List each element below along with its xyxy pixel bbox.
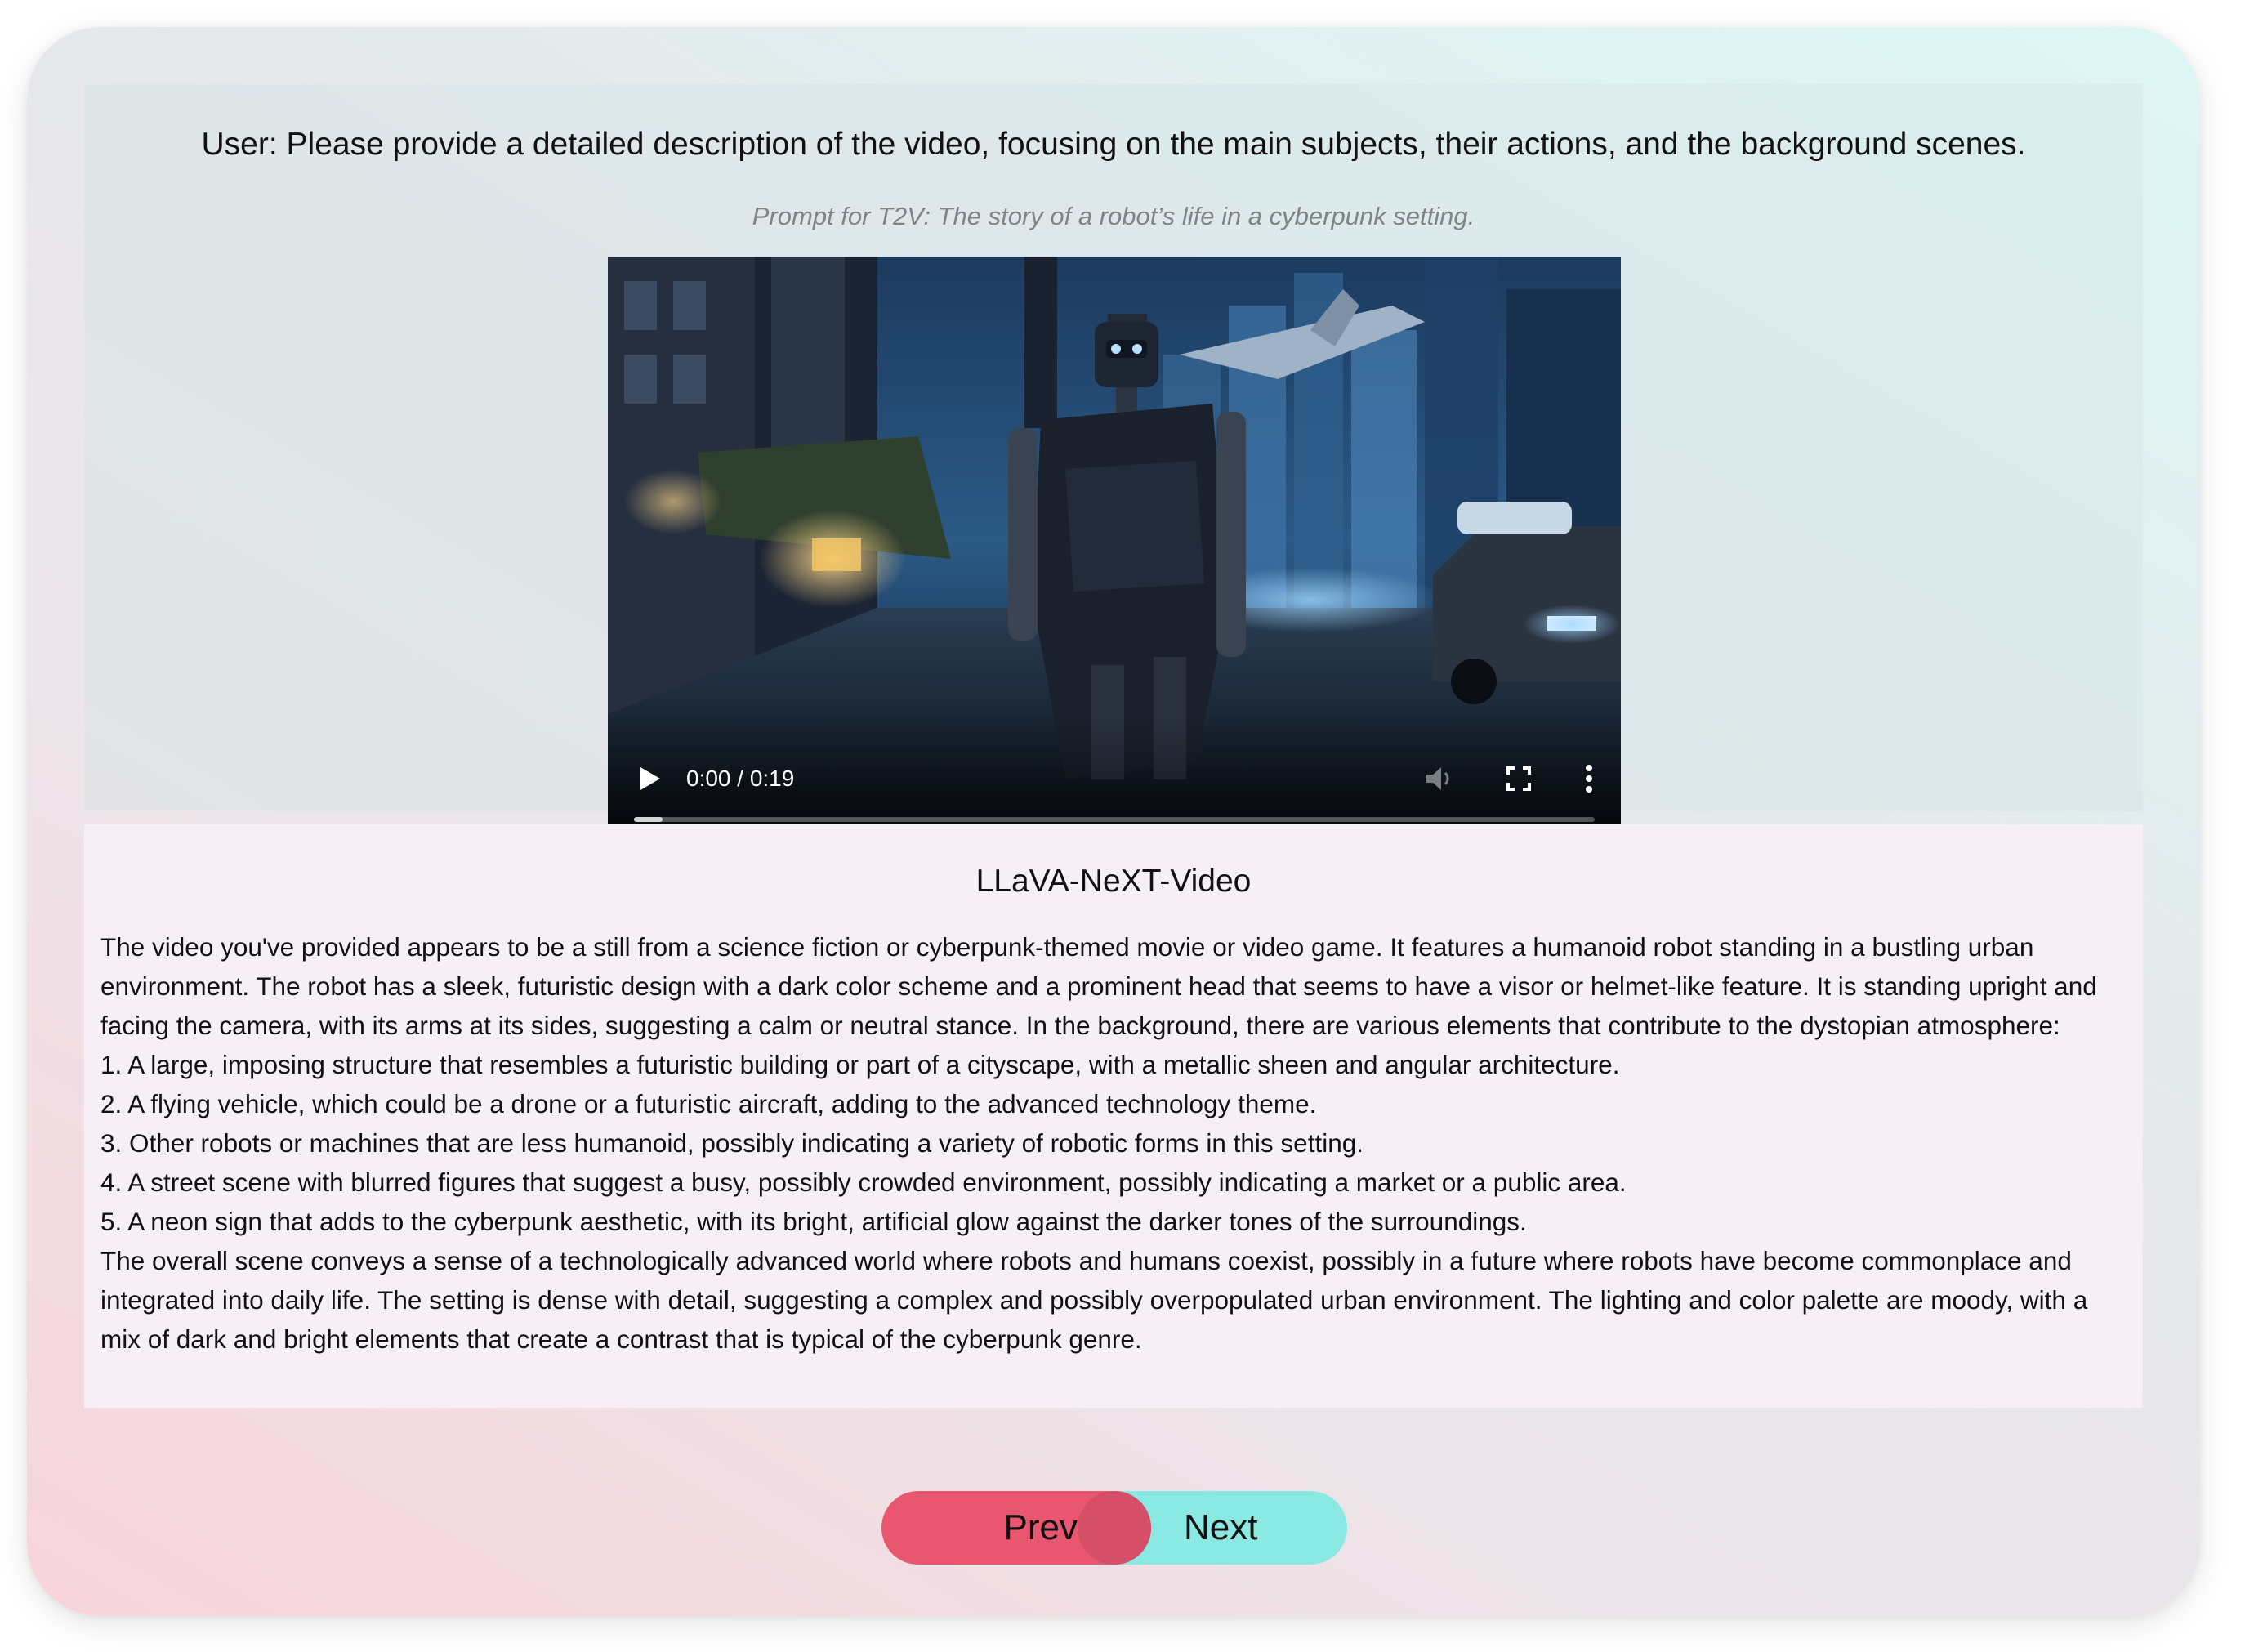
video-progress-fill: [634, 817, 663, 822]
volume-muted-icon[interactable]: [1425, 765, 1454, 793]
prev-button[interactable]: Prev: [881, 1491, 1151, 1565]
answer-list-item: 5. A neon sign that adds to the cyberpun…: [100, 1207, 1527, 1236]
answer-paragraph: The video you've provided appears to be …: [100, 932, 2097, 1040]
t2v-prompt: Prompt for T2V: The story of a robot’s l…: [752, 202, 1475, 230]
video-time: 0:00 / 0:19: [686, 766, 795, 791]
more-options-icon[interactable]: [1583, 763, 1595, 794]
answer-list-item: 2. A flying vehicle, which could be a dr…: [100, 1089, 1317, 1118]
prompt-panel: User: Please provide a detailed descript…: [84, 84, 2143, 827]
next-button-label: Next: [1184, 1507, 1258, 1547]
answer-paragraph: The overall scene conveys a sense of a t…: [100, 1246, 2088, 1354]
answer-list-item: 4. A street scene with blurred figures t…: [100, 1168, 1627, 1197]
answer-list-item: 3. Other robots or machines that are les…: [100, 1128, 1364, 1158]
prev-button-knob: [1078, 1491, 1151, 1565]
user-question: User: Please provide a detailed descript…: [201, 127, 2026, 162]
fullscreen-icon[interactable]: [1505, 765, 1533, 793]
demo-card: User: Please provide a detailed descript…: [27, 27, 2200, 1616]
answer-list-item: 1. A large, imposing structure that rese…: [100, 1050, 1620, 1079]
video-controls-bar: 0:00 / 0:19: [608, 712, 1621, 827]
prev-button-label: Prev: [1003, 1507, 1078, 1547]
video-player[interactable]: 0:00 / 0:19: [608, 257, 1621, 827]
answer-panel: LLaVA-NeXT-Video The video you've provid…: [84, 824, 2143, 1408]
video-progress-bar[interactable]: [634, 817, 1595, 822]
pagination-nav: Next Prev: [881, 1491, 1347, 1565]
play-icon[interactable]: [637, 766, 662, 792]
answer-text: The video you've provided appears to be …: [100, 927, 2127, 1359]
model-name: LLaVA-NeXT-Video: [975, 864, 1252, 899]
